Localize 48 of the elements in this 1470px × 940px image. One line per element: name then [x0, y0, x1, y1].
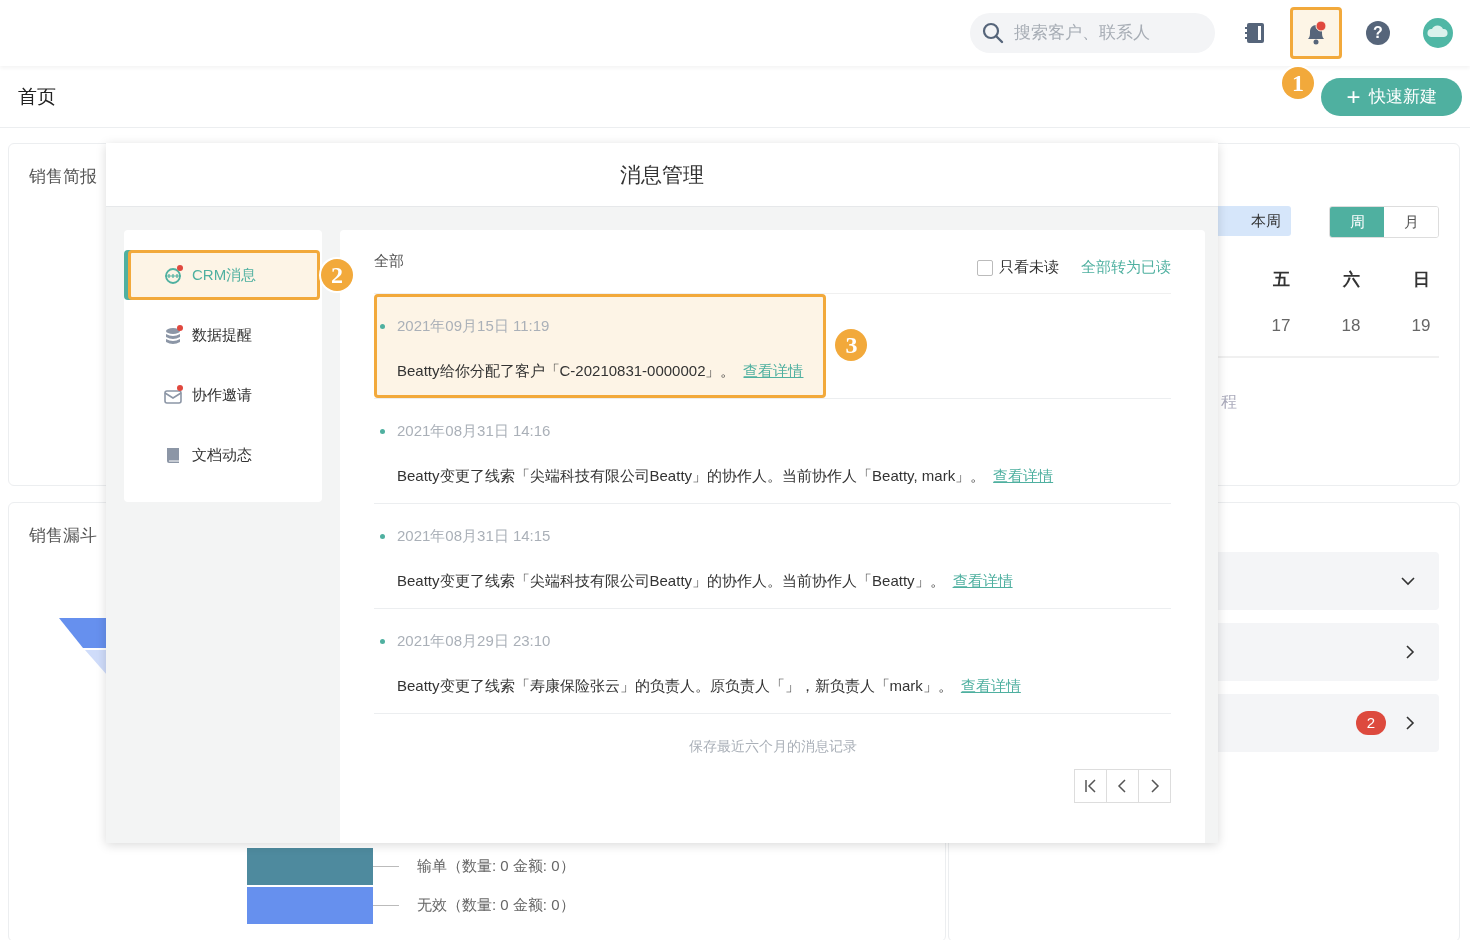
chevron-right-icon	[1406, 645, 1415, 659]
date-cell[interactable]: 19	[1386, 316, 1456, 336]
unread-only-checkbox[interactable]: 只看未读	[977, 258, 1059, 277]
notebook-icon[interactable]	[1245, 22, 1265, 44]
weekday-label: 六	[1341, 269, 1361, 291]
modal-title: 消息管理	[620, 161, 704, 188]
category-item[interactable]: 文档动态	[128, 430, 320, 480]
category-item[interactable]: 数据提醒	[128, 310, 320, 360]
funnel-stage-label: 输单（数量: 0 金额: 0）	[417, 857, 575, 876]
card-title: 销售漏斗	[29, 525, 97, 547]
help-icon[interactable]: ?	[1366, 21, 1390, 45]
message-text: Beatty变更了线索「尖端科技有限公司Beatty」的协作人。当前协作人「Beatty, mark」。 查看详情	[397, 467, 1054, 485]
chevron-down-icon	[1401, 576, 1415, 586]
message-time: 2021年08月31日 14:16	[397, 422, 551, 440]
message-text: Beatty给你分配了客户「C-20210831-0000002」。 查看详情	[397, 362, 804, 380]
leader-line	[373, 866, 399, 867]
funnel-drawing	[59, 618, 107, 675]
chevron-right-icon	[1406, 716, 1415, 730]
filter-label: 全部	[374, 252, 404, 271]
message-time: 2021年08月31日 14:15	[397, 527, 551, 545]
count-badge: 2	[1356, 711, 1386, 735]
category-item[interactable]: 协作邀请	[128, 370, 320, 420]
date-cell[interactable]: 18	[1316, 316, 1386, 336]
page-title: 首页	[18, 84, 56, 109]
leader-line	[373, 905, 399, 906]
empty-schedule-text: 程	[1221, 392, 1237, 412]
weekday-label: 日	[1411, 269, 1431, 291]
next-page-icon[interactable]	[1148, 779, 1161, 793]
callout-marker: 2	[321, 259, 353, 291]
callout-marker: 3	[835, 329, 868, 361]
message-text: Beatty变更了线索「寿康保险张云」的负责人。原负责人「」，新负责人「mark」。 查看详情	[397, 677, 1021, 695]
search-icon	[982, 22, 1004, 44]
card-title: 销售简报	[29, 166, 97, 188]
weekday-label: 五	[1271, 269, 1291, 291]
search-field[interactable]: 搜索客户、联系人	[970, 13, 1215, 53]
message-item[interactable]: 2021年08月31日 14:15 Beatty变更了线索「尖端科技有限公司Beatty」的协作人。当前协作人「Beatty」。 查看详情	[374, 504, 1171, 609]
message-item[interactable]: 2021年08月29日 23:10 Beatty变更了线索「寿康保险张云」的负责人。原负责人「」，新负责人「mark」。 查看详情	[374, 609, 1171, 714]
message-item[interactable]: 2021年09月15日 11:19 Beatty给你分配了客户「C-20210831-0000002」。 查看详情 3	[374, 294, 1171, 399]
funnel-stage-label: 无效（数量: 0 金额: 0）	[417, 896, 575, 915]
date-cell[interactable]: 17	[1246, 316, 1316, 336]
previous-page-icon[interactable]	[1116, 779, 1129, 793]
message-item[interactable]: 2021年08月31日 14:16 Beatty变更了线索「尖端科技有限公司Beatty」的协作人。当前协作人「Beatty, mark」。 查看详情	[374, 399, 1171, 504]
callout-marker: 1	[1282, 67, 1314, 99]
retention-note: 保存最近六个月的消息记录	[687, 738, 858, 756]
message-time: 2021年09月15日 11:19	[397, 317, 550, 335]
first-page-icon[interactable]	[1084, 779, 1097, 793]
message-text: Beatty变更了线索「尖端科技有限公司Beatty」的协作人。当前协作人「Beatty」。 查看详情	[397, 572, 1013, 590]
message-time: 2021年08月29日 23:10	[397, 632, 551, 650]
